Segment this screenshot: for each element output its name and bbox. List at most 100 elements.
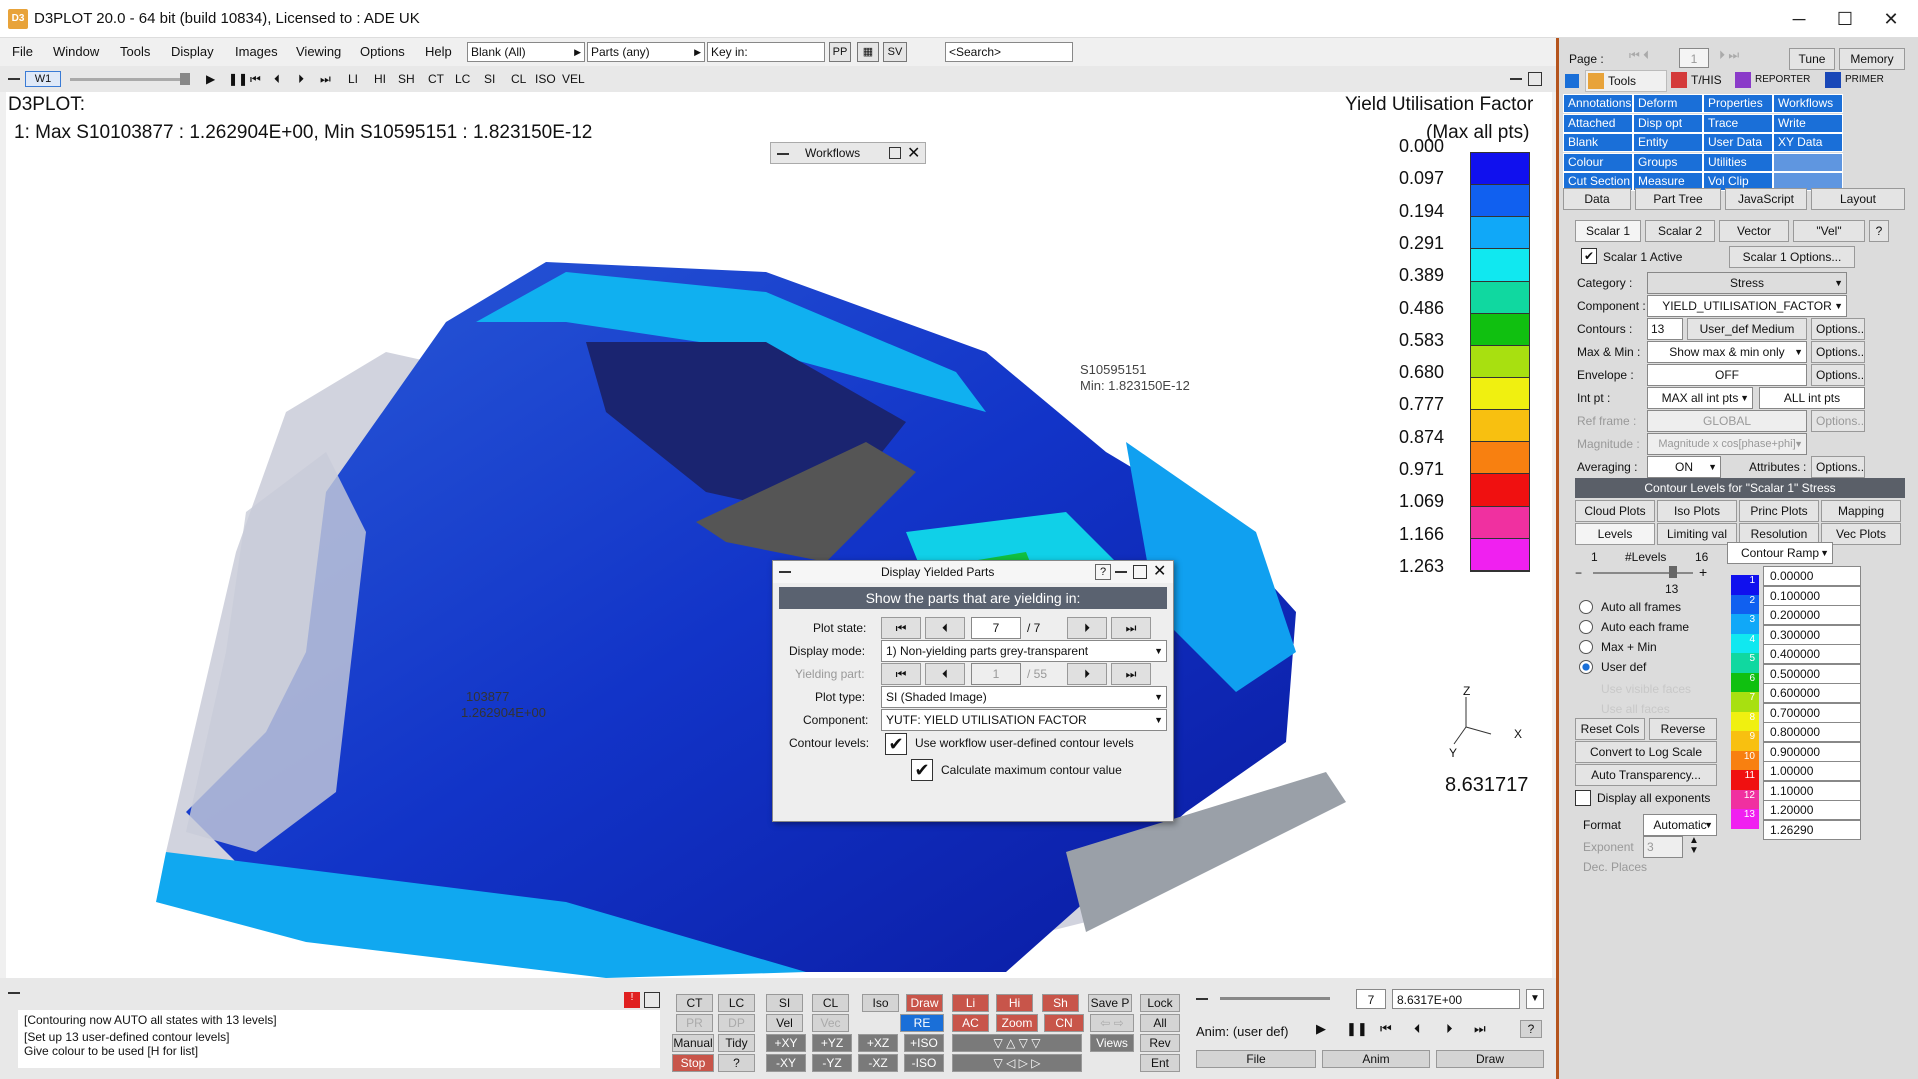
anim-first-icon[interactable]: ⏮ xyxy=(1380,1021,1392,1037)
level-color-swatch[interactable]: 7 xyxy=(1731,692,1759,712)
anim-next-icon[interactable]: ⏵ xyxy=(1446,1021,1453,1037)
close-button[interactable]: ✕ xyxy=(1868,4,1914,34)
dialog-shade-icon[interactable] xyxy=(1115,571,1127,573)
tab-vector[interactable]: Vector xyxy=(1719,220,1789,242)
allint-select[interactable]: ALL int pts xyxy=(1759,387,1865,409)
btn-ct[interactable]: CT xyxy=(676,994,713,1012)
tool-button[interactable]: Blank xyxy=(1563,133,1633,152)
btn-minus-xy[interactable]: -XY xyxy=(766,1054,806,1072)
tab-cloud-plots[interactable]: Cloud Plots xyxy=(1575,500,1655,522)
menu-window[interactable]: Window xyxy=(53,44,99,59)
btn-plus-xy[interactable]: +XY xyxy=(766,1034,806,1052)
anim-lc[interactable]: LC xyxy=(455,72,470,86)
display-mode-select[interactable]: 1) Non-yielding parts grey-transparent ▼ xyxy=(881,640,1167,662)
collapse-icon[interactable] xyxy=(8,78,20,80)
contours-type-button[interactable]: User_def Medium xyxy=(1687,318,1807,340)
dialog-minimize-icon[interactable] xyxy=(779,571,791,573)
btn-re[interactable]: RE xyxy=(900,1014,944,1032)
anim-collapse-icon[interactable] xyxy=(1196,998,1208,1000)
btn-all[interactable]: All xyxy=(1140,1014,1180,1032)
tool-button[interactable]: Workflows xyxy=(1773,94,1843,113)
level-value-input[interactable]: 0.00000 xyxy=(1763,566,1861,586)
btn-vel[interactable]: Vel xyxy=(766,1014,803,1032)
page-nav-icons-2[interactable]: ⏵ ⏭ xyxy=(1719,48,1739,63)
menu-images[interactable]: Images xyxy=(235,44,278,59)
anim-iso[interactable]: ISO xyxy=(535,72,556,86)
envelope-select[interactable]: OFF xyxy=(1647,364,1807,386)
plot-state-last[interactable]: ⏭ xyxy=(1111,617,1151,639)
btn-dp[interactable]: DP xyxy=(718,1014,755,1032)
anim-si[interactable]: SI xyxy=(484,72,495,86)
error-flag-icon[interactable]: ! xyxy=(624,992,640,1008)
msg-collapse-icon[interactable] xyxy=(8,992,20,994)
level-value-input[interactable]: 0.900000 xyxy=(1763,741,1861,762)
anim-prev-icon[interactable]: ⏴ xyxy=(1414,1021,1421,1037)
tab-reporter[interactable]: REPORTER xyxy=(1733,70,1821,92)
anim-li[interactable]: LI xyxy=(348,72,358,86)
anim-ct[interactable]: CT xyxy=(428,72,444,86)
tool-button[interactable]: Trace xyxy=(1703,113,1773,133)
envelope-options-button[interactable]: Options... xyxy=(1811,364,1865,386)
menu-viewing[interactable]: Viewing xyxy=(296,44,341,59)
btn-lock[interactable]: Lock xyxy=(1140,994,1180,1012)
tool-button[interactable]: Attached xyxy=(1563,113,1633,133)
tool-button[interactable]: User Data xyxy=(1703,133,1773,152)
level-value-input[interactable]: 0.800000 xyxy=(1763,722,1861,742)
format-select[interactable]: Automatic ▼ xyxy=(1643,814,1717,836)
level-color-swatch[interactable]: 13 xyxy=(1731,809,1759,829)
tab-scalar-1[interactable]: Scalar 1 xyxy=(1575,220,1641,242)
magnitude-select[interactable]: Magnitude x cos[phase+phi] ▼ xyxy=(1647,433,1807,455)
yield-part-next[interactable]: ⏵ xyxy=(1067,663,1107,685)
tool-button[interactable]: Utilities xyxy=(1703,152,1773,172)
level-value-input[interactable]: 0.700000 xyxy=(1763,702,1861,723)
tab-mapping[interactable]: Mapping xyxy=(1821,500,1901,522)
parts-combo[interactable]: Parts (any) ▶ xyxy=(587,42,705,62)
view-rotate-buttons-2[interactable]: ▽ ◁ ▷ ▷ xyxy=(952,1054,1082,1072)
tab-scalar-2[interactable]: Scalar 2 xyxy=(1645,220,1715,242)
subtab-layout[interactable]: Layout xyxy=(1811,188,1905,210)
play-icon[interactable]: ▶ xyxy=(206,72,215,86)
maximize-pane-icon[interactable] xyxy=(1528,72,1542,86)
tab-vec-plots[interactable]: Vec Plots xyxy=(1821,523,1901,545)
intpt-select[interactable]: MAX all int pts ▼ xyxy=(1647,387,1753,409)
level-value-input[interactable]: 0.600000 xyxy=(1763,683,1861,703)
key-in-field[interactable]: Key in: xyxy=(707,42,825,62)
level-value-input[interactable]: 0.400000 xyxy=(1763,644,1861,664)
scalar-active-checkbox[interactable]: ✔ xyxy=(1581,248,1597,264)
level-color-swatch[interactable]: 2 xyxy=(1731,594,1759,614)
view-rotate-buttons[interactable]: ▽ △ ▽ ▽ xyxy=(952,1034,1082,1052)
plot-state-prev[interactable]: ⏴ xyxy=(925,617,965,639)
btn-manual[interactable]: Manual xyxy=(672,1034,714,1052)
level-value-input[interactable]: 1.20000 xyxy=(1763,800,1861,820)
radio-user-def[interactable] xyxy=(1579,660,1593,674)
tool-button[interactable]: Annotations xyxy=(1563,94,1633,113)
minimize-button[interactable]: ─ xyxy=(1776,4,1822,34)
tab-limiting-val[interactable]: Limiting val xyxy=(1657,523,1737,545)
tool-button[interactable]: Deform xyxy=(1633,94,1703,113)
level-color-swatch[interactable]: 10 xyxy=(1731,750,1759,770)
plus-icon[interactable]: + xyxy=(1699,564,1707,580)
reset-cols-button[interactable]: Reset Cols xyxy=(1575,718,1645,740)
level-color-swatch[interactable]: 9 xyxy=(1731,731,1759,751)
reverse-button[interactable]: Reverse xyxy=(1649,718,1717,740)
tab-princ-plots[interactable]: Princ Plots xyxy=(1739,500,1819,522)
btn-plus-iso[interactable]: +ISO xyxy=(904,1034,944,1052)
tab-vel[interactable]: "Vel" xyxy=(1793,220,1865,242)
component-r-select[interactable]: YIELD_UTILISATION_FACTOR ▼ xyxy=(1647,295,1847,317)
prev-icon[interactable]: ⏴ xyxy=(274,72,280,87)
btn-rev[interactable]: Rev xyxy=(1140,1034,1180,1052)
averaging-select[interactable]: ON ▼ xyxy=(1647,456,1721,478)
contours-options-button[interactable]: Options... xyxy=(1811,318,1865,340)
first-icon[interactable]: ⏮ xyxy=(250,72,261,87)
time-input[interactable]: 8.6317E+00 xyxy=(1392,989,1520,1009)
btn-si[interactable]: SI xyxy=(766,994,803,1012)
msg-maximize-icon[interactable] xyxy=(644,992,660,1008)
level-value-input[interactable]: 0.300000 xyxy=(1763,624,1861,645)
yield-part-first[interactable]: ⏮ xyxy=(881,663,921,685)
radio-auto-each[interactable] xyxy=(1579,620,1593,634)
anim-cl[interactable]: CL xyxy=(511,72,526,86)
memory-button[interactable]: Memory xyxy=(1839,48,1905,70)
btn-tidy[interactable]: Tidy xyxy=(718,1034,755,1052)
dialog-maximize-icon[interactable] xyxy=(1133,565,1147,579)
btn-arrows[interactable]: ⇦ ⇨ xyxy=(1090,1014,1134,1032)
